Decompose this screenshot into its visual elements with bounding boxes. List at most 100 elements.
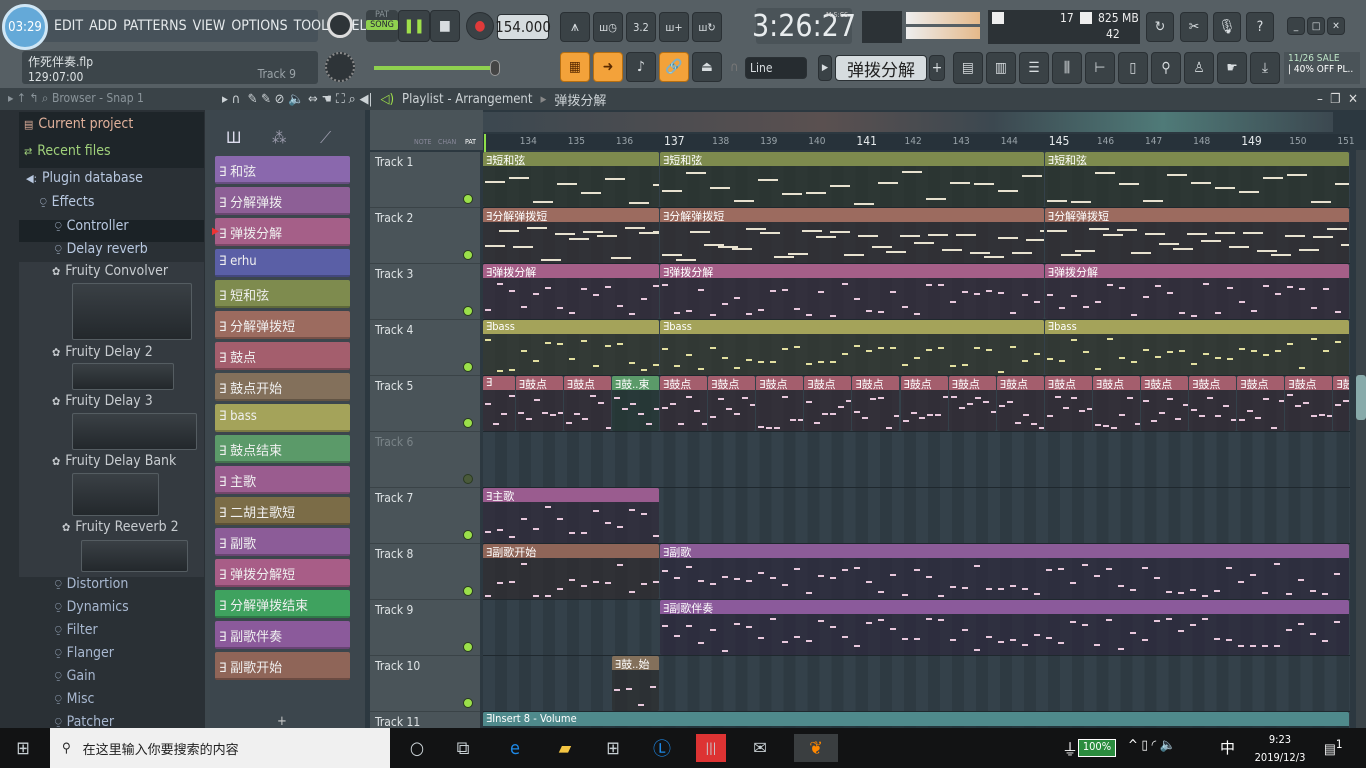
track-lane[interactable]: ∃主歌 <box>483 488 1350 544</box>
touch-icon[interactable]: ☛ <box>1217 52 1247 84</box>
pattern-item[interactable]: ∃ 和弦 <box>215 156 350 184</box>
pattern-clip[interactable]: ∃弹拨分解 <box>660 264 1044 319</box>
pattern-clip[interactable]: ∃鼓点 <box>804 376 852 431</box>
stop-button[interactable]: ■ <box>430 10 460 42</box>
knob-icon[interactable]: ⏏ <box>692 52 722 82</box>
pattern-clip[interactable]: ∃鼓点 <box>563 376 611 431</box>
pattern-item[interactable]: ∃ 鼓点 <box>215 342 350 370</box>
menu-add[interactable]: ADD <box>89 18 117 34</box>
track-lane[interactable] <box>483 432 1350 488</box>
track-mute-led[interactable] <box>463 474 473 484</box>
add-pattern-button[interactable]: + <box>929 55 945 81</box>
browser-item-gain[interactable]: ⍜ Gain <box>55 668 96 684</box>
edge-icon[interactable]: e <box>500 734 530 762</box>
audio-tab-icon[interactable]: ⁂ <box>272 128 286 147</box>
pat-song-toggle[interactable]: PAT SONG <box>366 10 398 42</box>
pattern-clip[interactable]: ∃bass <box>660 320 1044 375</box>
tutorial-icon[interactable]: ♙ <box>1184 52 1214 84</box>
browser-item-fruity-convolver[interactable]: ✿ Fruity Convolver <box>52 263 168 279</box>
pattern-clip[interactable]: ∃鼓点 <box>1044 376 1092 431</box>
pattern-item[interactable]: ∃ 短和弦 <box>215 280 350 308</box>
red-app-icon[interactable]: ||| <box>696 734 726 762</box>
browser-item-fruity-delay-3[interactable]: ✿ Fruity Delay 3 <box>52 393 153 409</box>
play-pause-button[interactable]: ❚❚ <box>398 10 430 42</box>
pattern-clip[interactable]: ∃ <box>483 376 515 431</box>
help-icon[interactable]: ? <box>1246 12 1274 42</box>
pattern-clip[interactable]: ∃分解弹拨短 <box>1044 208 1349 263</box>
pattern-item[interactable]: ∃ 主歌 <box>215 466 350 494</box>
track-mute-led[interactable] <box>463 418 473 428</box>
task-view-icon[interactable]: ⧉ <box>448 734 478 762</box>
tab-note[interactable]: NOTE <box>414 138 432 146</box>
pattern-clip[interactable]: ∃副歌开始 <box>483 544 659 599</box>
pattern-item[interactable]: ∃ bass <box>215 404 350 432</box>
channel-rack-icon[interactable]: ☰ <box>1019 52 1049 84</box>
mixer-icon[interactable]: ⫼ <box>1052 52 1082 84</box>
pattern-clip[interactable]: ∃鼓点 <box>1092 376 1140 431</box>
pattern-clip[interactable]: ∃分解弹拨短 <box>483 208 659 263</box>
browser-item-distortion[interactable]: ⍜ Distortion <box>55 576 128 592</box>
pattern-clip[interactable]: ∃副歌伴奏 <box>660 600 1349 655</box>
fl-studio-taskbar-icon[interactable]: ❦ <box>794 734 838 762</box>
undo-icon[interactable]: ↻ <box>1146 12 1174 42</box>
browser-item-dynamics[interactable]: ⍜ Dynamics <box>55 599 129 615</box>
pattern-clip[interactable]: ∃bass <box>1044 320 1349 375</box>
timeline-ruler[interactable]: 134 135 136 137 138 139 140 141 142 143 144 145 146 1… <box>483 134 1355 150</box>
pattern-clip[interactable]: ∃鼓点 <box>1285 376 1333 431</box>
pattern-item[interactable]: ∃ 副歌 <box>215 528 350 556</box>
track-lane[interactable]: ∃ ∃鼓点 ∃鼓点 ∃鼓..束 ∃鼓点 ∃鼓点 ∃鼓点 ∃鼓点 ∃鼓点 ∃鼓点 ∃鼓点 ∃鼓点 ∃鼓点 ∃… <box>483 376 1350 432</box>
pattern-prev-button[interactable]: ▶ <box>818 55 832 81</box>
tab-chan[interactable]: CHAN <box>438 138 456 146</box>
snap-select[interactable]: Line <box>745 57 807 79</box>
fruity-convolver-thumbnail[interactable] <box>72 283 192 340</box>
add-icon[interactable]: + <box>277 714 287 729</box>
menu-patterns[interactable]: PATTERNS <box>123 18 187 34</box>
browser-tree-icon[interactable]: ⊢ <box>1085 52 1115 84</box>
arrow-icon[interactable]: ➜ <box>593 52 623 82</box>
news-panel[interactable]: 11/26 SALE | 40% OFF PL.. <box>1284 52 1360 84</box>
menu-edit[interactable]: EDIT <box>54 18 83 34</box>
file-explorer-icon[interactable]: ▰ <box>550 734 580 762</box>
clock[interactable]: 9:23 2019/12/3 <box>1245 731 1315 767</box>
plugin-icon[interactable]: ⚲ <box>1151 52 1181 84</box>
pattern-clip[interactable]: ∃鼓点 <box>852 376 900 431</box>
pattern-clip[interactable]: ∃鼓点 <box>948 376 996 431</box>
action-center-icon[interactable]: ▤1 <box>1324 737 1343 758</box>
pattern-item[interactable]: ∃ 分解弹拨 <box>215 187 350 215</box>
pattern-item[interactable]: ∃ 副歌开始 <box>215 652 350 680</box>
track-lane[interactable]: ∃分解弹拨短 ∃分解弹拨短 ∃分解弹拨短 <box>483 208 1350 264</box>
track-mute-led[interactable] <box>463 530 473 540</box>
app-l-icon[interactable]: Ⓛ <box>647 734 677 762</box>
track-lane[interactable]: ∃bass ∃bass ∃bass <box>483 320 1350 376</box>
menu-options[interactable]: OPTIONS <box>231 18 287 34</box>
ime-indicator[interactable]: 中 <box>1220 737 1235 758</box>
track-lane[interactable]: ∃短和弦 ∃短和弦 ∃短和弦 <box>483 152 1350 208</box>
fruity-delay-3-thumbnail[interactable] <box>72 413 197 450</box>
pattern-clip[interactable]: ∃鼓点 <box>515 376 563 431</box>
browser-item-fruity-delay-2[interactable]: ✿ Fruity Delay 2 <box>52 344 153 360</box>
song-label[interactable]: SONG <box>366 20 398 30</box>
browser-item-filter[interactable]: ⍜ Filter <box>55 622 98 638</box>
menu-view[interactable]: VIEW <box>193 18 226 34</box>
tempo-field[interactable]: 154.000 <box>495 14 551 40</box>
track-mute-led[interactable] <box>463 698 473 708</box>
pattern-item[interactable]: ∃ 鼓点开始 <box>215 373 350 401</box>
patterns-tab-icon[interactable]: Ш <box>226 128 241 147</box>
metronome-icon[interactable]: ⩚ <box>560 12 590 42</box>
pattern-clip[interactable]: ∃分解弹拨短 <box>660 208 1044 263</box>
pattern-clip[interactable]: ∃弹拨分解 <box>1044 264 1349 319</box>
fruity-delay-bank-thumbnail[interactable] <box>72 473 159 516</box>
pattern-clip[interactable]: ∃鼓点 <box>1333 376 1349 431</box>
browser-item-effects[interactable]: ⍜ Effects <box>40 194 94 210</box>
playlist-tools-icons[interactable]: ▸ ∩ ✎ ✎ ⊘ 🔈 ⇔ ☚ ⛶ ⌕ ◀| <box>222 92 372 107</box>
browser-item-fruity-reeverb-2[interactable]: ✿ Fruity Reeverb 2 <box>62 519 179 535</box>
track-mute-led[interactable] <box>463 362 473 372</box>
maximize-button[interactable]: □ <box>1307 17 1325 35</box>
window-controls[interactable]: – ❐ ✕ <box>1317 92 1358 107</box>
pattern-clip[interactable]: ∃鼓点 <box>996 376 1044 431</box>
pat-label[interactable]: PAT <box>366 10 398 20</box>
pattern-clip[interactable]: ∃鼓点 <box>900 376 948 431</box>
master-pitch-knob[interactable] <box>325 52 355 82</box>
cut-tool-icon[interactable]: ✂ <box>1180 12 1208 42</box>
tray-icons[interactable]: ^ ▯ ◜ 🔈 <box>1128 738 1176 753</box>
